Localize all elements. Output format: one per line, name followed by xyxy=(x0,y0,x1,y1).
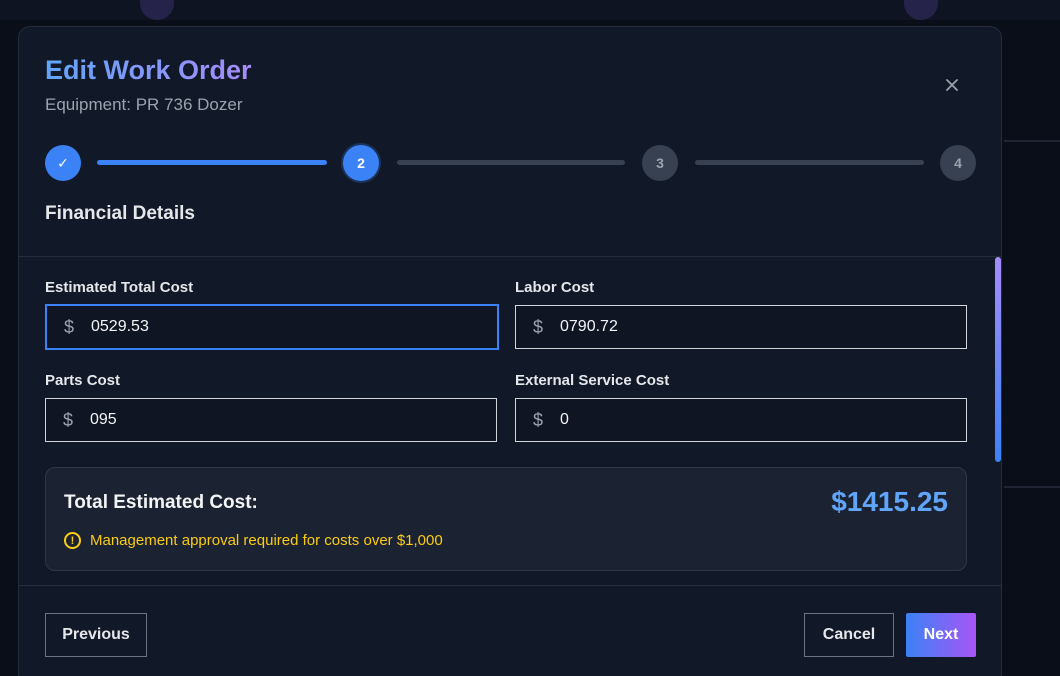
step-1-completed: ✓ xyxy=(45,145,81,181)
parts-cost-label: Parts Cost xyxy=(45,372,121,389)
external-service-cost-field[interactable]: $ xyxy=(515,398,967,442)
previous-button[interactable]: Previous xyxy=(45,613,147,657)
dollar-icon: $ xyxy=(62,409,73,430)
edit-work-order-modal: Edit Work Order Equipment: PR 736 Dozer … xyxy=(18,26,1002,676)
dollar-icon: $ xyxy=(63,316,74,337)
total-cost-value: $1415.25 xyxy=(831,486,948,517)
alert-circle-icon: ! xyxy=(64,532,81,549)
total-cost-label: Total Estimated Cost: xyxy=(64,492,258,513)
section-title: Financial Details xyxy=(45,203,195,224)
step-number: 2 xyxy=(357,155,365,171)
step-connector-2 xyxy=(397,160,625,165)
step-4: 4 xyxy=(940,145,976,181)
step-number: 4 xyxy=(954,155,962,171)
external-service-cost-input[interactable] xyxy=(560,399,966,441)
modal-subtitle: Equipment: PR 736 Dozer xyxy=(45,95,243,114)
next-button[interactable]: Next xyxy=(906,613,976,657)
total-cost-summary: Total Estimated Cost: $1415.25 ! Managem… xyxy=(45,467,967,571)
parts-cost-input[interactable] xyxy=(90,399,496,441)
step-connector-1 xyxy=(97,160,327,165)
labor-cost-label: Labor Cost xyxy=(515,279,595,296)
scrollbar-thumb[interactable] xyxy=(995,257,1001,462)
dollar-icon: $ xyxy=(532,409,543,430)
footer-divider xyxy=(19,585,1001,586)
estimated-total-cost-label: Estimated Total Cost xyxy=(45,279,194,296)
check-icon: ✓ xyxy=(57,154,69,171)
external-service-cost-label: External Service Cost xyxy=(515,372,670,389)
modal-title: Edit Work Order xyxy=(45,55,252,85)
estimated-total-cost-field[interactable]: $ xyxy=(45,304,499,350)
modal-body: Estimated Total Cost $ Labor Cost $ Part… xyxy=(19,257,1001,585)
cancel-button[interactable]: Cancel xyxy=(804,613,894,657)
parts-cost-field[interactable]: $ xyxy=(45,398,497,442)
approval-warning-text: Management approval required for costs o… xyxy=(90,532,443,549)
estimated-total-cost-input[interactable] xyxy=(91,306,497,348)
close-icon xyxy=(945,75,959,98)
modal-header: Edit Work Order Equipment: PR 736 Dozer … xyxy=(19,27,1001,257)
close-button[interactable] xyxy=(939,73,965,99)
labor-cost-field[interactable]: $ xyxy=(515,305,967,349)
step-2-active: 2 xyxy=(343,145,379,181)
backdrop-divider xyxy=(1004,486,1060,488)
dollar-icon: $ xyxy=(532,316,543,337)
labor-cost-input[interactable] xyxy=(560,306,966,348)
backdrop-divider xyxy=(1004,140,1060,142)
step-3: 3 xyxy=(642,145,678,181)
step-number: 3 xyxy=(656,155,664,171)
step-connector-3 xyxy=(695,160,924,165)
